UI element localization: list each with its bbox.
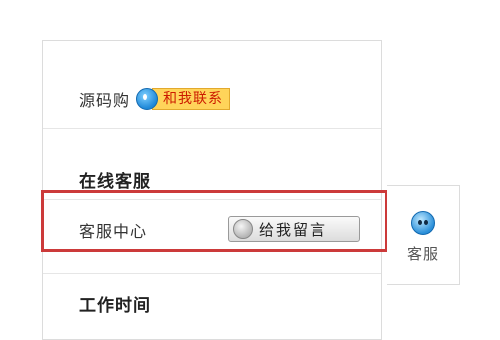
service-center-row: 客服中心 给我留言 xyxy=(43,199,381,259)
contact-me-button[interactable]: 和我联系 xyxy=(136,87,231,111)
qq-icon xyxy=(136,87,159,110)
leave-message-label: 给我留言 xyxy=(259,220,328,239)
service-side-tab[interactable]: 客服 xyxy=(387,185,460,285)
source-row: 源码购 和我联系 xyxy=(43,69,381,129)
source-label: 源码购 xyxy=(79,90,131,110)
side-tab-label: 客服 xyxy=(406,245,439,263)
contact-me-label: 和我联系 xyxy=(152,87,231,110)
customer-service-panel: 源码购 和我联系 在线客服 客服中心 给我留言 工作时间 xyxy=(42,40,382,340)
leave-message-button[interactable]: 给我留言 xyxy=(228,216,360,242)
online-service-heading: 在线客服 xyxy=(79,171,151,192)
work-hours-heading: 工作时间 xyxy=(79,296,151,316)
work-hours-row: 工作时间 xyxy=(43,273,381,333)
online-service-row: 在线客服 xyxy=(43,159,381,199)
qq-offline-icon xyxy=(233,219,253,239)
qq-penguin-icon xyxy=(411,211,435,235)
service-center-label: 客服中心 xyxy=(79,221,148,241)
